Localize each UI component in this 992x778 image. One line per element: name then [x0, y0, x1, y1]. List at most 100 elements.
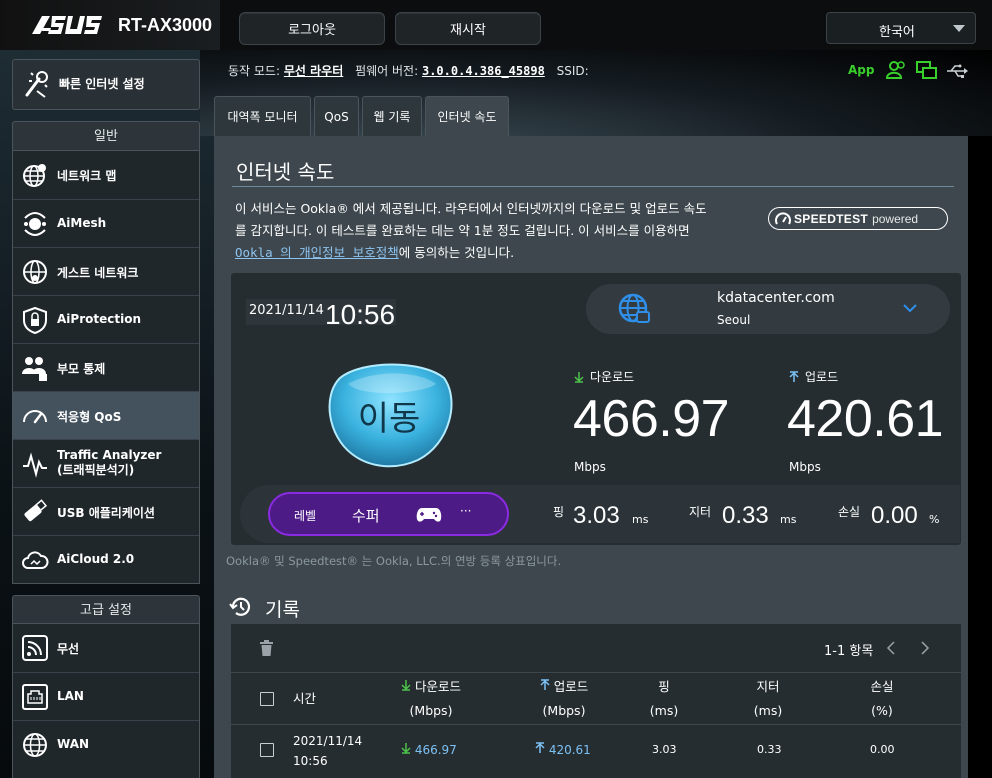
history-pager: 1-1 항목 — [824, 644, 874, 659]
col-loss: 손실 (%) — [870, 679, 894, 718]
sidebar-item-traffic-analyzer[interactable]: Traffic Analyzer (트래픽분석기) — [13, 439, 199, 487]
sidebar-item-label: AiMesh — [57, 216, 107, 230]
table-row: 2021/11/14 10:56 466.97 420.61 3.03 0.33 … — [231, 724, 961, 778]
download-label: 다운로드 — [574, 368, 634, 385]
reboot-button[interactable]: 재시작 — [395, 12, 541, 45]
row-datetime: 2021/11/14 10:56 — [293, 734, 363, 768]
shield-lock-icon — [23, 306, 47, 334]
col-ping: 핑 (ms) — [649, 679, 679, 718]
sidebar-item-aimesh[interactable]: AiMesh — [13, 199, 199, 247]
guest-globe-icon — [23, 260, 47, 284]
ping-label: 핑 — [553, 505, 565, 519]
cloud-icon — [22, 551, 49, 569]
pulse-chart-icon — [23, 452, 47, 478]
level-value: 수퍼 — [352, 507, 380, 525]
chevron-left-icon[interactable] — [886, 640, 896, 656]
col-download: 다운로드 (Mbps) — [381, 675, 481, 723]
devices-icon[interactable] — [916, 60, 938, 80]
upload-unit: Mbps — [789, 460, 821, 474]
jitter-value: 0.33 — [722, 502, 769, 529]
sidebar-item-label: LAN — [57, 689, 84, 703]
clients-icon[interactable] — [886, 60, 906, 80]
row-jitter: 0.33 — [757, 743, 782, 756]
sidebar-item-label: USB 애플리케이션 — [57, 506, 155, 520]
sidebar-item-parental-controls[interactable]: 부모 통제 — [13, 343, 199, 391]
tab-bandwidth-monitor[interactable]: 대역폭 모니터 — [214, 96, 311, 136]
server-globe-icon — [618, 293, 650, 323]
logout-button[interactable]: 로그아웃 — [239, 12, 385, 45]
upload-arrow-icon — [540, 679, 550, 690]
sidebar-item-label: 게스트 네트워크 — [57, 266, 139, 280]
level-badge[interactable]: 레벨 수퍼 ··· — [268, 492, 509, 536]
level-more-icon: ··· — [460, 504, 472, 518]
firmware-label: 펌웨어 버전: — [355, 64, 419, 78]
upload-value: 420.61 — [787, 390, 944, 448]
ping-unit: ms — [632, 513, 649, 526]
gamepad-icon — [416, 508, 442, 522]
chevron-down-icon — [953, 25, 965, 32]
row-loss: 0.00 — [870, 743, 895, 756]
page-title: 인터넷 속도 — [236, 160, 335, 184]
select-all-checkbox[interactable] — [260, 692, 274, 706]
mesh-icon — [24, 212, 46, 236]
quick-setup-label: 빠른 인터넷 설정 — [59, 77, 145, 91]
app-indicator[interactable]: App — [848, 63, 874, 77]
sidebar-item-adaptive-qos[interactable]: 적응형 QoS — [13, 391, 199, 439]
sidebar-item-lan[interactable]: LAN — [13, 672, 199, 720]
history-table-header: 시간 다운로드 (Mbps) 업로드 (Mbps) 핑 (ms) 지터 (ms) 손실(… — [231, 672, 961, 724]
sidebar-item-label: 부모 통제 — [57, 362, 106, 376]
sidebar-item-guest-network[interactable]: 게스트 네트워크 — [13, 247, 199, 295]
upload-arrow-icon — [535, 742, 545, 753]
operation-mode-label: 동작 모드: — [228, 64, 281, 78]
history-icon — [229, 597, 251, 616]
lan-port-icon — [22, 684, 48, 710]
firmware-version-link[interactable]: 3.0.0.4.386_45898 — [422, 64, 545, 78]
router-model: RT-AX3000 — [118, 15, 213, 35]
globe-pin-icon — [23, 164, 46, 187]
quick-internet-setup-button[interactable]: 빠른 인터넷 설정 — [12, 59, 200, 110]
download-unit: Mbps — [574, 460, 606, 474]
chevron-right-icon[interactable] — [920, 640, 930, 656]
download-value: 466.97 — [573, 390, 730, 448]
ssid-label: SSID: — [556, 64, 589, 78]
jitter-label: 지터 — [689, 505, 712, 519]
upload-arrow-icon — [789, 370, 799, 382]
tab-internet-speed[interactable]: 인터넷 속도 — [425, 96, 509, 136]
language-value: 한국어 — [879, 25, 915, 40]
sidebar-item-label: 무선 — [57, 642, 80, 656]
jitter-unit: ms — [780, 513, 797, 526]
sidebar-item-wireless[interactable]: 무선 — [13, 624, 199, 672]
loss-unit: % — [929, 513, 940, 526]
row-checkbox[interactable] — [260, 743, 274, 757]
download-arrow-icon — [574, 371, 584, 383]
sidebar-item-usb-applications[interactable]: USB 애플리케이션 — [13, 487, 199, 535]
server-name: kdatacenter.com — [717, 290, 835, 306]
loss-label: 손실 — [838, 505, 861, 519]
sidebar-item-network-map[interactable]: 네트워크 맵 — [13, 151, 199, 199]
result-time: 10:56 — [325, 299, 396, 330]
level-label: 레벨 — [294, 509, 317, 523]
usb-icon[interactable] — [946, 64, 968, 78]
sidebar-item-aiprotection[interactable]: AiProtection — [13, 295, 199, 343]
operation-mode-link[interactable]: 무선 라우터 — [284, 64, 343, 78]
sidebar-item-label: AiProtection — [57, 312, 141, 326]
language-select[interactable]: 한국어 — [826, 12, 976, 44]
sidebar-item-aicloud[interactable]: AiCloud 2.0 — [13, 535, 199, 583]
ookla-privacy-link[interactable]: Ookla 의 개인정보 보호정책 — [235, 245, 399, 260]
col-upload: 업로드 (Mbps) — [520, 675, 608, 723]
chevron-down-icon — [903, 304, 917, 313]
sidebar-item-label: 적응형 QoS — [57, 410, 122, 424]
trademark-note: Ookla® 및 Speedtest® 는 Ookla, LLC.의 연방 등록… — [226, 554, 562, 568]
general-section-title: 일반 — [12, 121, 200, 151]
sidebar-item-wan[interactable]: WAN — [13, 720, 199, 768]
tab-web-history[interactable]: 웹 기록 — [362, 96, 422, 136]
server-select[interactable]: kdatacenter.com Seoul — [586, 284, 950, 334]
go-button[interactable]: 이동 — [322, 360, 456, 470]
usb-stick-icon — [24, 499, 48, 522]
tab-qos[interactable]: QoS — [314, 96, 359, 136]
title-divider — [232, 186, 954, 187]
trash-icon[interactable] — [260, 640, 273, 656]
intro-text: 이 서비스는 Ookla® 에서 제공됩니다. 라우터에서 인터넷까지의 다운로… — [235, 201, 707, 260]
family-lock-icon — [22, 357, 47, 381]
download-arrow-icon — [401, 680, 411, 691]
